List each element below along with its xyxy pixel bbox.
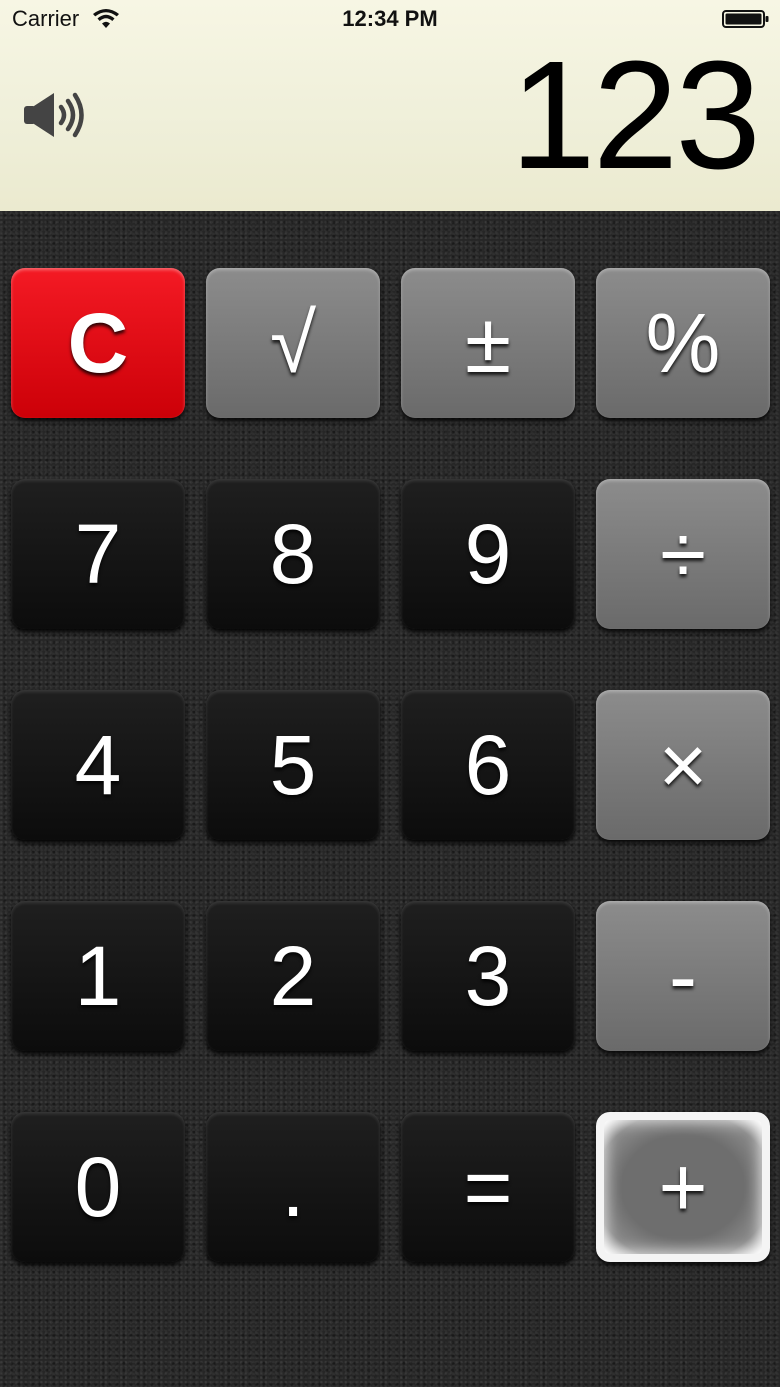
plus-minus-button[interactable]: ± — [401, 268, 575, 418]
digit-1-label: 1 — [74, 929, 122, 1023]
divide-button[interactable]: ÷ — [596, 479, 770, 629]
plus-minus-label: ± — [464, 296, 512, 390]
result-display: 123 — [510, 29, 761, 201]
digit-6-label: 6 — [464, 718, 512, 812]
equals-label: = — [463, 1140, 513, 1234]
digit-3-button[interactable]: 3 — [401, 901, 575, 1051]
equals-button[interactable]: = — [401, 1112, 575, 1262]
percent-label: % — [645, 296, 721, 390]
digit-4-label: 4 — [74, 718, 122, 812]
digit-5-button[interactable]: 5 — [206, 690, 380, 840]
digit-8-label: 8 — [269, 507, 317, 601]
digit-9-button[interactable]: 9 — [401, 479, 575, 629]
keypad: C √ ± % 7 8 9 ÷ 4 5 6 × 1 2 3 - 0 . = + — [0, 211, 780, 1387]
digit-7-label: 7 — [74, 507, 122, 601]
digit-4-button[interactable]: 4 — [11, 690, 185, 840]
clear-button[interactable]: C — [11, 268, 185, 418]
plus-button[interactable]: + — [596, 1112, 770, 1262]
decimal-button[interactable]: . — [206, 1112, 380, 1262]
digit-0-label: 0 — [74, 1140, 122, 1234]
battery-icon — [722, 10, 769, 28]
minus-label: - — [669, 929, 697, 1023]
decimal-label: . — [281, 1140, 305, 1234]
digit-7-button[interactable]: 7 — [11, 479, 185, 629]
digit-8-button[interactable]: 8 — [206, 479, 380, 629]
square-root-button[interactable]: √ — [206, 268, 380, 418]
digit-0-button[interactable]: 0 — [11, 1112, 185, 1262]
digit-5-label: 5 — [269, 718, 317, 812]
digit-6-button[interactable]: 6 — [401, 690, 575, 840]
percent-button[interactable]: % — [596, 268, 770, 418]
square-root-label: √ — [269, 296, 317, 390]
digit-1-button[interactable]: 1 — [11, 901, 185, 1051]
minus-button[interactable]: - — [596, 901, 770, 1051]
digit-2-label: 2 — [269, 929, 317, 1023]
multiply-label: × — [658, 718, 708, 812]
speaker-volume-icon[interactable] — [22, 90, 86, 140]
divide-label: ÷ — [659, 507, 707, 601]
digit-9-label: 9 — [464, 507, 512, 601]
display-panel: Carrier 12:34 PM 123 — [0, 0, 780, 211]
digit-3-label: 3 — [464, 929, 512, 1023]
clear-label: C — [67, 296, 129, 390]
digit-2-button[interactable]: 2 — [206, 901, 380, 1051]
plus-label: + — [658, 1140, 708, 1234]
multiply-button[interactable]: × — [596, 690, 770, 840]
